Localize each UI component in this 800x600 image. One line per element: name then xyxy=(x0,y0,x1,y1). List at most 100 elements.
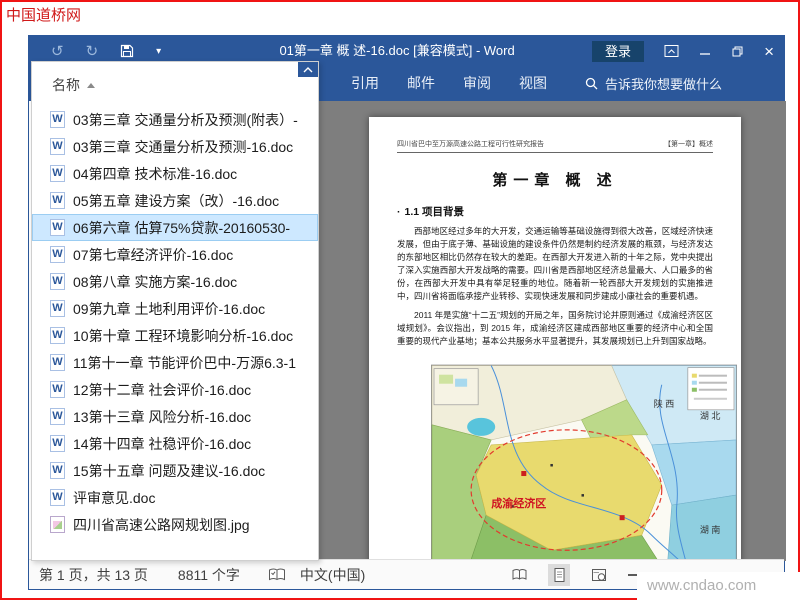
body-paragraph: 2011 年是实施“十二五”规划的开局之年，国务院讨论并原则通过《成渝经济区区域… xyxy=(397,310,713,346)
file-list-item[interactable]: 07第七章经济评价-16.doc xyxy=(32,241,318,268)
page-header: 四川省巴中至万源高速公路工程可行性研究报告 【第一章】概述 xyxy=(397,139,713,153)
body-paragraph: 西部地区经过多年的大开发，交通运输等基础设施得到很大改善，区域经济快速发展，但由… xyxy=(397,226,713,301)
map-label-shaanxi: 陕 西 xyxy=(654,398,675,409)
word-doc-icon xyxy=(50,273,65,290)
print-layout-icon[interactable] xyxy=(548,564,570,586)
document-canvas: 四川省巴中至万源高速公路工程可行性研究报告 【第一章】概述 第一章 概 述 · … xyxy=(319,101,786,561)
screenshot-root: ↺ ↻ ▾ 01第一章 概 述-16.doc [兼容模式] - Word 登录 xyxy=(0,0,800,600)
planning-map-image[interactable]: 陕 西 湖 北 湖 南 成渝经济区 xyxy=(431,364,737,561)
file-list-item[interactable]: 03第三章 交通量分析及预测(附表）- xyxy=(32,106,318,133)
page-number-indicator[interactable]: 第 1 页，共 13 页 xyxy=(39,565,148,585)
tab-review[interactable]: 审阅 xyxy=(449,66,505,101)
word-doc-icon xyxy=(50,435,65,452)
file-list-panel: 名称 03第三章 交通量分析及预测(附表）- 03第三章 交通量分析及预测-16… xyxy=(31,61,319,561)
file-list-item[interactable]: 03第三章 交通量分析及预测-16.doc xyxy=(32,133,318,160)
save-icon[interactable] xyxy=(120,44,134,58)
chapter-title: 第一章 概 述 xyxy=(492,172,618,189)
redo-icon[interactable]: ↻ xyxy=(86,44,99,59)
restore-icon[interactable] xyxy=(731,45,744,58)
word-doc-icon xyxy=(50,165,65,182)
section-heading: · 1.1 项目背景 xyxy=(397,204,713,219)
file-name: 09第九章 土地利用评价-16.doc xyxy=(73,300,266,317)
word-doc-icon xyxy=(50,462,65,479)
image-icon xyxy=(50,516,65,533)
file-name: 11第十一章 节能评价巴中-万源6.3-1 xyxy=(73,354,296,371)
customize-qat-caret-icon[interactable]: ▾ xyxy=(156,46,161,57)
file-name: 05第五章 建设方案（改）-16.doc xyxy=(73,192,280,209)
file-list-item[interactable]: 12第十二章 社会评价-16.doc xyxy=(32,376,318,403)
file-list-item[interactable]: 评审意见.doc xyxy=(32,484,318,511)
word-doc-icon xyxy=(50,489,65,506)
sort-ascending-icon xyxy=(87,82,95,88)
word-doc-icon xyxy=(50,111,65,128)
file-name: 10第十章 工程环境影响分析-16.doc xyxy=(73,327,294,344)
file-name: 13第十三章 风险分析-16.doc xyxy=(73,408,252,425)
word-doc-icon xyxy=(50,246,65,263)
word-doc-icon xyxy=(50,219,65,236)
word-doc-icon xyxy=(50,354,65,371)
file-list-item[interactable]: 04第四章 技术标准-16.doc xyxy=(32,160,318,187)
planning-map: 陕 西 湖 北 湖 南 成渝经济区 xyxy=(431,364,737,561)
file-name: 15第十五章 问题及建议-16.doc xyxy=(73,462,266,479)
word-doc-icon xyxy=(50,138,65,155)
file-list-item[interactable]: 10第十章 工程环境影响分析-16.doc xyxy=(32,322,318,349)
file-name: 06第六章 估算75%贷款-20160530- xyxy=(73,219,291,236)
page-header-right: 【第一章】概述 xyxy=(664,141,713,148)
column-header-name[interactable]: 名称 xyxy=(52,75,95,95)
file-list-item[interactable]: 四川省高速公路网规划图.jpg xyxy=(32,511,318,538)
word-doc-icon xyxy=(50,327,65,344)
read-mode-icon[interactable] xyxy=(508,564,530,586)
map-label-chengyu-economic-zone: 成渝经济区 xyxy=(491,496,546,510)
map-label-hunan: 湖 南 xyxy=(700,524,721,535)
tell-me-label: 告诉我你想要做什么 xyxy=(605,77,723,92)
file-name: 07第七章经济评价-16.doc xyxy=(73,246,234,263)
language-indicator[interactable]: 中文(中国) xyxy=(300,565,365,585)
proofing-status-icon[interactable] xyxy=(268,568,286,582)
word-doc-icon xyxy=(50,381,65,398)
section-heading-text: 1.1 项目背景 xyxy=(404,206,465,218)
word-doc-icon xyxy=(50,192,65,209)
page-header-left: 四川省巴中至万源高速公路工程可行性研究报告 xyxy=(397,141,544,148)
file-name: 04第四章 技术标准-16.doc xyxy=(73,165,238,182)
close-icon[interactable]: × xyxy=(764,43,774,60)
tab-mailings[interactable]: 邮件 xyxy=(393,66,449,101)
column-header-label: 名称 xyxy=(52,77,80,93)
file-name: 08第八章 实施方案-16.doc xyxy=(73,273,238,290)
outline-bullet: · xyxy=(397,205,401,218)
ribbon-display-options-icon[interactable] xyxy=(664,44,679,58)
file-name: 03第三章 交通量分析及预测-16.doc xyxy=(73,138,294,155)
file-list-item[interactable]: 05第五章 建设方案（改）-16.doc xyxy=(32,187,318,214)
titlebar-right-controls: 登录 × xyxy=(592,36,774,66)
file-list-item[interactable]: 08第八章 实施方案-16.doc xyxy=(32,268,318,295)
site-watermark-bottom-right: www.cndao.com xyxy=(637,572,800,600)
tab-references[interactable]: 引用 xyxy=(337,66,393,101)
search-icon xyxy=(585,77,598,90)
word-count-indicator[interactable]: 8811 个字 xyxy=(178,565,240,585)
site-watermark-top-left: 中国道桥网 xyxy=(6,7,82,24)
file-list-item[interactable]: 13第十三章 风险分析-16.doc xyxy=(32,403,318,430)
tab-view[interactable]: 视图 xyxy=(505,66,561,101)
file-list-item[interactable]: 14第十四章 社稳评价-16.doc xyxy=(32,430,318,457)
document-page[interactable]: 四川省巴中至万源高速公路工程可行性研究报告 【第一章】概述 第一章 概 述 · … xyxy=(369,117,741,561)
undo-icon[interactable]: ↺ xyxy=(51,44,64,59)
file-list: 03第三章 交通量分析及预测(附表）- 03第三章 交通量分析及预测-16.do… xyxy=(32,106,318,538)
file-name: 03第三章 交通量分析及预测(附表）- xyxy=(73,111,298,128)
word-window: ↺ ↻ ▾ 01第一章 概 述-16.doc [兼容模式] - Word 登录 xyxy=(28,35,786,590)
word-doc-icon xyxy=(50,408,65,425)
word-doc-icon xyxy=(50,300,65,317)
collapse-chevron-icon[interactable] xyxy=(298,62,318,77)
file-name: 12第十二章 社会评价-16.doc xyxy=(73,381,252,398)
file-list-item[interactable]: 09第九章 土地利用评价-16.doc xyxy=(32,295,318,322)
file-list-item-selected[interactable]: 06第六章 估算75%贷款-20160530- xyxy=(32,214,318,241)
web-layout-icon[interactable] xyxy=(588,564,610,586)
map-label-hubei: 湖 北 xyxy=(700,411,721,421)
file-name: 评审意见.doc xyxy=(73,489,156,506)
file-name: 14第十四章 社稳评价-16.doc xyxy=(73,435,252,452)
file-name: 四川省高速公路网规划图.jpg xyxy=(73,516,250,533)
file-list-item[interactable]: 15第十五章 问题及建议-16.doc xyxy=(32,457,318,484)
view-shortcuts xyxy=(508,560,639,590)
tell-me-box[interactable]: 告诉我你想要做什么 xyxy=(585,74,722,93)
login-button[interactable]: 登录 xyxy=(592,40,645,62)
minimize-icon[interactable] xyxy=(699,45,711,57)
file-list-item[interactable]: 11第十一章 节能评价巴中-万源6.3-1 xyxy=(32,349,318,376)
